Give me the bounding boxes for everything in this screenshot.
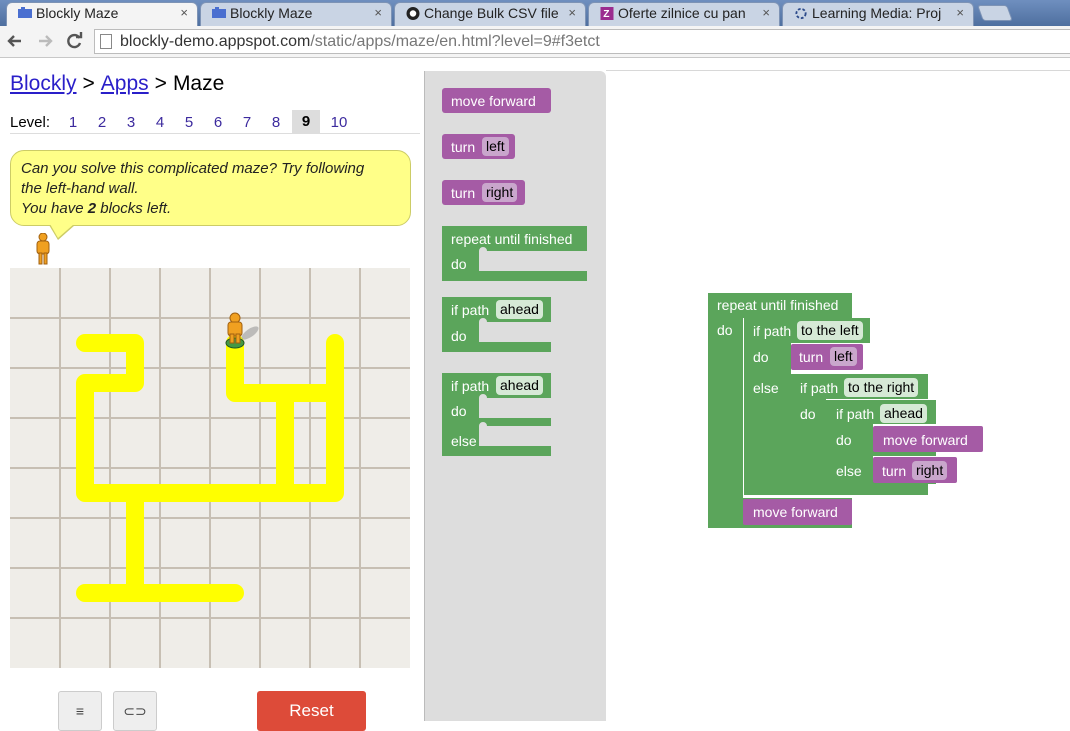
back-arrow-icon[interactable] [4,30,26,52]
toolbox-turn-right-block[interactable]: turn [451,185,475,201]
toolbox-if-block[interactable]: if path [451,302,489,318]
hint-bubble: Can you solve this complicated maze? Try… [10,150,411,226]
level-link-7[interactable]: 7 [236,114,258,131]
level-link-3[interactable]: 3 [120,114,142,131]
workspace-turn-left-block[interactable]: turn [799,349,823,365]
github-favicon-icon [406,7,420,20]
tab-title: Blockly Maze [36,5,119,21]
level-link-10[interactable]: 10 [328,114,350,131]
reset-button[interactable]: Reset [257,691,366,731]
tab-title: Change Bulk CSV file [424,5,559,21]
else-label: else [451,433,477,449]
url-text[interactable]: blockly-demo.appspot.com/static/apps/maz… [120,33,600,51]
blocks-left-count: 2 [87,200,97,217]
do-label: do [451,328,467,344]
direction-dropdown[interactable]: left [482,137,509,156]
close-icon[interactable]: × [568,2,576,24]
new-tab-button[interactable] [977,5,1013,21]
tab-title: Learning Media: Proj [812,5,942,21]
page-icon [100,34,112,49]
level-current-9: 9 [292,110,320,134]
pegman-icon [36,233,50,265]
tab-blockly-maze-active[interactable]: Blockly Maze × [6,2,198,26]
blockly-favicon-icon [212,7,226,18]
z-favicon-icon: Z [600,7,614,20]
hint-bubble-tail [50,224,74,238]
path-direction-dropdown[interactable]: ahead [496,300,543,319]
do-label: do [753,349,769,365]
level-link-1[interactable]: 1 [62,114,84,131]
svg-text:Z: Z [603,9,609,20]
toolbox-repeat-block[interactable]: repeat until finished [451,231,572,247]
do-label: do [836,432,852,448]
browser-toolbar: blockly-demo.appspot.com/static/apps/maz… [0,26,1070,58]
tab-blockly-maze[interactable]: Blockly Maze × [200,2,392,26]
workspace-move-forward-block[interactable]: move forward [883,432,968,448]
hint-line: Can you solve this complicated maze? Try… [21,160,365,177]
loading-favicon-icon [795,7,807,20]
close-icon[interactable]: × [180,2,188,24]
workspace-if-right-block[interactable]: if path [800,380,838,396]
browser-tab-bar: Blockly Maze × Blockly Maze × Change Bul… [0,0,1070,26]
direction-dropdown[interactable]: left [830,347,857,366]
toolbox-flyout: move forward turn left turn right repeat… [425,71,606,721]
direction-dropdown[interactable]: right [482,183,518,202]
path-direction-dropdown[interactable]: to the right [844,378,919,397]
toolbox-move-forward-block[interactable]: move forward [451,93,536,109]
level-label: Level: [10,114,51,131]
level-link-4[interactable]: 4 [149,114,171,131]
close-icon[interactable]: × [956,2,964,24]
hint-line: You have 2 blocks left. [21,200,172,217]
tab-oferte-zilnice[interactable]: Z Oferte zilnice cu pan × [588,2,780,26]
workspace-if-ahead-block[interactable]: if path [836,406,874,422]
workspace-turn-right-block[interactable]: turn [882,463,906,479]
tab-title: Oferte zilnice cu pan [618,5,746,21]
address-bar[interactable]: blockly-demo.appspot.com/static/apps/maz… [94,29,1070,54]
tab-change-bulk-csv[interactable]: Change Bulk CSV file × [394,2,586,26]
divider [606,70,1070,71]
breadcrumb-link-blockly[interactable]: Blockly [10,72,77,95]
forward-arrow-icon[interactable] [34,30,56,52]
do-label: do [451,256,467,272]
do-label: do [717,322,733,338]
tab-title: Blockly Maze [230,5,313,21]
else-label: else [753,380,779,396]
toolbox-if-else-block[interactable]: if path [451,378,489,394]
do-label: do [800,406,816,422]
maze-grid [10,268,410,668]
tab-learning-media[interactable]: Learning Media: Proj × [782,2,974,26]
breadcrumb-link-apps[interactable]: Apps [101,72,149,95]
link-button[interactable]: ⊂⊃ [113,691,157,731]
maze-board [10,268,410,668]
do-label: do [451,403,467,419]
level-link-6[interactable]: 6 [207,114,229,131]
direction-dropdown[interactable]: right [912,461,948,480]
page-title: Maze [172,72,225,95]
blockly-favicon-icon [18,7,32,18]
path-direction-dropdown[interactable]: ahead [880,404,927,423]
workspace-move-forward-block[interactable]: move forward [753,504,838,520]
level-link-5[interactable]: 5 [178,114,200,131]
link-icon: ⊂⊃ [123,703,147,719]
toolbox-turn-left-block[interactable]: turn [451,139,475,155]
workspace-repeat-block[interactable]: repeat until finished [717,297,838,313]
path-direction-dropdown[interactable]: ahead [496,376,543,395]
breadcrumb-separator: > [82,72,95,95]
code-icon: ≡ [75,703,85,719]
show-code-button[interactable]: ≡ [58,691,102,731]
maze-svg [10,268,410,668]
workspace-if-left-block[interactable]: if path [753,323,791,339]
close-icon[interactable]: × [762,2,770,24]
hint-line: the left-hand wall. [21,180,139,197]
else-label: else [836,463,862,479]
level-link-8[interactable]: 8 [265,114,287,131]
reload-icon[interactable] [63,30,85,52]
path-direction-dropdown[interactable]: to the left [797,321,863,340]
breadcrumb: Blockly > Apps > Maze [10,72,224,96]
breadcrumb-separator: > [154,72,167,95]
close-icon[interactable]: × [374,2,382,24]
level-selector: Level: 1 2 3 4 5 6 7 8 9 10 [10,110,420,134]
level-link-2[interactable]: 2 [91,114,113,131]
